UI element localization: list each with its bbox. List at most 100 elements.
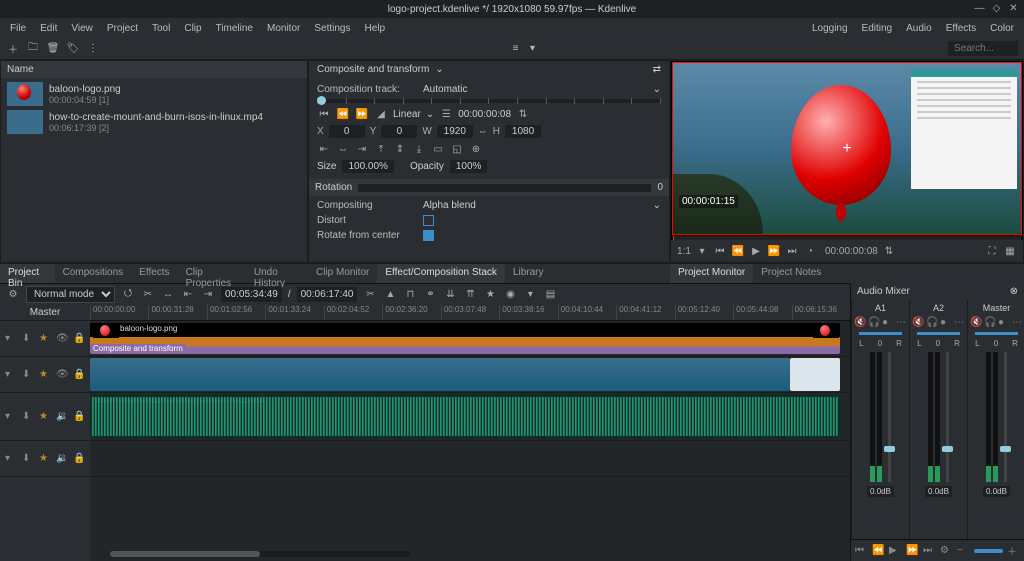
- favorite-icon[interactable]: ★: [483, 288, 497, 302]
- track-a1-head[interactable]: ▾⬇★🔉🔒: [0, 393, 90, 441]
- mb-zoom-in-icon[interactable]: ＋: [1007, 543, 1020, 558]
- comp-track-chevron-icon[interactable]: ⌄: [653, 84, 661, 95]
- link-icon[interactable]: ⚭: [423, 288, 437, 302]
- clock-icon[interactable]: ◔: [803, 246, 817, 257]
- layout-audio[interactable]: Audio: [900, 21, 938, 36]
- effect-collapse-icon[interactable]: ⌄: [435, 64, 443, 75]
- layout-effects[interactable]: Effects: [940, 21, 982, 36]
- timeline-ruler[interactable]: 00:00:00:0000:00:31:2800:01:02:5600:01:3…: [90, 305, 850, 321]
- preview-scrubber[interactable]: [673, 236, 1021, 240]
- chevron-down-icon[interactable]: ▾: [526, 42, 540, 56]
- tab-compositions[interactable]: Compositions: [55, 264, 132, 283]
- razor-tool-icon[interactable]: ✂: [141, 288, 155, 302]
- render-preview-icon[interactable]: ◉: [503, 288, 517, 302]
- align-hc-icon[interactable]: ⇔: [336, 142, 350, 156]
- ratio-chevron-icon[interactable]: ▾: [695, 246, 709, 257]
- align-b-icon[interactable]: ⤓: [412, 142, 426, 156]
- spacer-tool-icon[interactable]: ↔: [161, 288, 175, 302]
- rec-icon[interactable]: ●: [998, 317, 1009, 328]
- menu-help[interactable]: Help: [359, 21, 392, 36]
- tab-clip-monitor[interactable]: Clip Monitor: [308, 264, 377, 283]
- menu-icon[interactable]: ☰: [439, 107, 453, 121]
- menu-file[interactable]: File: [4, 21, 32, 36]
- mark-in-icon[interactable]: ⇤: [181, 288, 195, 302]
- edit-mode-select[interactable]: Normal mode: [26, 286, 115, 303]
- mb-zoom-out-icon[interactable]: −: [957, 545, 970, 556]
- tl-settings-icon[interactable]: ⚙: [6, 288, 20, 302]
- select-tool-icon[interactable]: ⭯: [121, 288, 135, 302]
- timeline-hscroll[interactable]: [110, 551, 410, 557]
- tab-project-bin[interactable]: Project Bin: [0, 264, 55, 283]
- master-track-label[interactable]: Master: [0, 305, 90, 321]
- fx-icon[interactable]: ⋯: [954, 317, 965, 328]
- solo-icon[interactable]: 🎧: [984, 317, 995, 328]
- view-icon[interactable]: ▤: [543, 288, 557, 302]
- track-v1-head[interactable]: ▾⬇★👁🔒: [0, 357, 90, 393]
- mb-prev-icon[interactable]: ⏪: [872, 545, 885, 556]
- grid-icon[interactable]: ▦: [1003, 246, 1017, 257]
- mb-end-icon[interactable]: ⏭: [923, 545, 936, 556]
- fader[interactable]: [946, 352, 949, 482]
- effect-menu-icon[interactable]: ⇄: [653, 64, 661, 75]
- list-view-icon[interactable]: ≡: [509, 42, 523, 56]
- fx-icon[interactable]: ⋯: [1012, 317, 1023, 328]
- bin-clip[interactable]: how-to-create-mount-and-burn-isos-in-lin…: [5, 108, 303, 136]
- tab-effect-composition-stack[interactable]: Effect/Composition Stack: [377, 264, 505, 283]
- bin-clip[interactable]: baloon-logo.png00:00:04:59 [1]: [5, 80, 303, 108]
- interp-icon[interactable]: ◢: [374, 107, 388, 121]
- h-input[interactable]: [505, 125, 541, 138]
- close-button[interactable]: ✕: [1007, 2, 1020, 15]
- link-icon[interactable]: ⇔: [478, 126, 488, 137]
- menu-view[interactable]: View: [65, 21, 99, 36]
- preview-tc-stepper-icon[interactable]: ⇅: [882, 246, 896, 257]
- track-v2[interactable]: baloon-logo.png Composite and transform: [90, 321, 850, 357]
- layout-color[interactable]: Color: [984, 21, 1020, 36]
- mb-rec-icon[interactable]: ⚙: [940, 545, 953, 556]
- comp-track-value[interactable]: Automatic: [423, 84, 467, 95]
- tab-clip-properties[interactable]: Clip Properties: [178, 264, 246, 283]
- cut-icon[interactable]: ✂: [363, 288, 377, 302]
- add-clip-button[interactable]: ＋: [6, 42, 20, 56]
- track-v2-head[interactable]: ▾⬇★👁🔒: [0, 321, 90, 357]
- minimize-button[interactable]: —: [973, 2, 986, 15]
- menu-timeline[interactable]: Timeline: [210, 21, 259, 36]
- transport-timecode[interactable]: 00:00:00:08: [458, 109, 511, 120]
- tag-icon[interactable]: 🏷: [66, 42, 80, 56]
- menu-edit[interactable]: Edit: [34, 21, 63, 36]
- track-a2[interactable]: [90, 441, 850, 477]
- compositing-chevron-icon[interactable]: ⌄: [653, 200, 661, 211]
- rewind-icon[interactable]: ⏪: [731, 246, 745, 257]
- folder-icon[interactable]: 🗀: [26, 42, 40, 56]
- distort-checkbox[interactable]: [423, 215, 434, 226]
- keyframe-slider[interactable]: [317, 99, 661, 103]
- center-icon[interactable]: ⊕: [469, 142, 483, 156]
- tl-tc1[interactable]: 00:05:34:49: [221, 287, 282, 302]
- clip-v1[interactable]: baloon-logo.png Composite and transform: [90, 323, 840, 354]
- align-l-icon[interactable]: ⇤: [317, 142, 331, 156]
- bin-column-header[interactable]: Name: [1, 61, 307, 78]
- tab-undo-history[interactable]: Undo History: [246, 264, 308, 283]
- interp-label[interactable]: Linear: [393, 109, 421, 120]
- compositing-value[interactable]: Alpha blend: [423, 200, 476, 211]
- mute-icon[interactable]: 🔇: [970, 317, 981, 328]
- rec-icon[interactable]: ●: [882, 317, 893, 328]
- fader[interactable]: [1004, 352, 1007, 482]
- go-start-icon[interactable]: ⏮: [713, 246, 727, 257]
- delete-icon[interactable]: 🗑: [46, 42, 60, 56]
- options-icon[interactable]: ⋮: [86, 42, 100, 56]
- clip-a1[interactable]: how-to-create-mount-and-burn-isos-in-lin…: [90, 395, 840, 438]
- align-vc-icon[interactable]: ⇕: [393, 142, 407, 156]
- size-value[interactable]: 100.00%: [342, 160, 393, 173]
- track-v1[interactable]: [90, 357, 850, 393]
- tab-library[interactable]: Library: [505, 264, 552, 283]
- db-value[interactable]: 0.0dB: [983, 486, 1010, 497]
- prev-keyframe-icon[interactable]: ⏪: [336, 107, 350, 121]
- preview-timecode[interactable]: 00:00:00:08: [825, 246, 878, 257]
- menu-monitor[interactable]: Monitor: [261, 21, 306, 36]
- preview-viewport[interactable]: + 00:00:01:15: [672, 62, 1022, 235]
- solo-icon[interactable]: 🎧: [926, 317, 937, 328]
- maximize-button[interactable]: ◇: [990, 2, 1003, 15]
- clip-v2[interactable]: [90, 358, 790, 391]
- fader[interactable]: [888, 352, 891, 482]
- solo-icon[interactable]: 🎧: [868, 317, 879, 328]
